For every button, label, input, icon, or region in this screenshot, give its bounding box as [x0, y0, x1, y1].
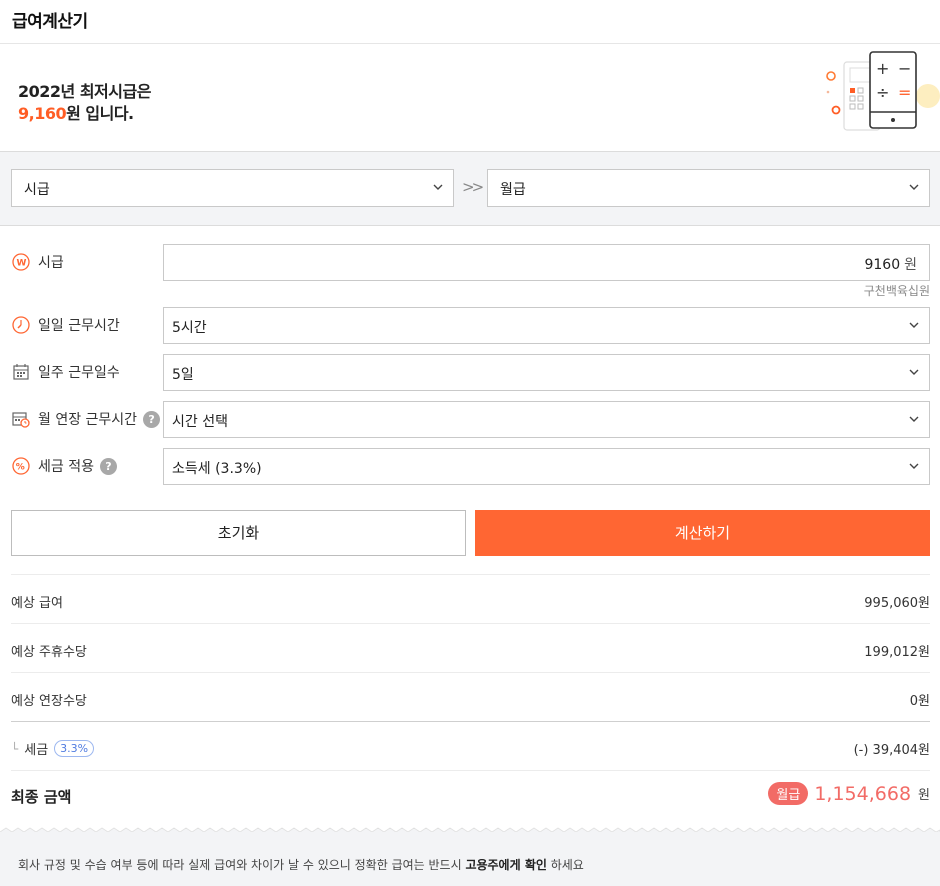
calculate-button[interactable]: 계산하기 — [475, 510, 930, 556]
tax-select[interactable]: 소득세 (3.3%) — [163, 448, 930, 485]
weekly-days-label: 일주 근무일수 — [12, 362, 120, 382]
final-amount-number: 1,154,668 — [814, 782, 912, 805]
min-wage-banner: 2022년 최저시급은 9,160원 입니다. + − ÷ = — [0, 44, 940, 152]
tax-result-row: └ 세금 3.3% (-) 39,404원 — [11, 721, 930, 770]
weekly-days-value: 5일 — [172, 367, 194, 383]
chevron-down-icon — [433, 184, 443, 190]
daily-hours-label-text: 일일 근무시간 — [38, 318, 120, 334]
tax-value: 소득세 (3.3%) — [172, 461, 262, 477]
weekly-allowance-value: 199,012원 — [864, 645, 930, 660]
chevron-down-icon — [909, 322, 919, 328]
chevron-down-icon — [909, 369, 919, 375]
hourly-row: W 시급 9160 원 구천백육십원 — [0, 244, 940, 298]
calculator-illustration-icon: + − ÷ = — [826, 51, 940, 131]
clock-icon — [12, 316, 30, 334]
tax-result-label-text: 세금 — [24, 743, 49, 758]
to-unit-select[interactable]: 월급 — [487, 169, 930, 207]
overtime-help-icon[interactable]: ? — [143, 410, 161, 428]
daily-hours-value: 5시간 — [172, 320, 207, 336]
tax-label-text: 세금 적용 — [38, 459, 94, 475]
convert-arrows-icon: >> — [462, 178, 484, 196]
hourly-unit: 원 — [904, 257, 917, 273]
expected-pay-row: 예상 급여 995,060원 — [11, 574, 930, 623]
banner-line2-suffix: 원 입니다. — [66, 104, 134, 123]
unit-converter: 시급 >> 월급 — [0, 152, 940, 226]
overtime-pay-label: 예상 연장수당 — [11, 694, 87, 709]
results-list: 예상 급여 995,060원 예상 주휴수당 199,012원 예상 연장수당 … — [11, 574, 930, 819]
app-header: 급여계산기 — [0, 0, 940, 44]
notice-text-before: 회사 규정 및 수습 여부 등에 따라 실제 급여와 차이가 날 수 있으니 정… — [18, 858, 466, 872]
overtime-label-text: 월 연장 근무시간 — [38, 412, 138, 428]
tree-branch-icon: └ — [11, 741, 19, 756]
percent-icon: % — [12, 457, 30, 475]
hourly-label-text: 시급 — [38, 255, 64, 271]
calendar-icon — [13, 364, 29, 380]
overtime-pay-value: 0원 — [909, 694, 930, 709]
min-wage-value: 9,160 — [18, 104, 67, 123]
svg-text:%: % — [16, 463, 25, 473]
chevron-down-icon — [909, 416, 919, 422]
overtime-label: 월 연장 근무시간 ? — [12, 409, 161, 429]
expected-pay-value: 995,060원 — [864, 596, 930, 611]
daily-hours-row: 일일 근무시간 5시간 — [0, 307, 940, 345]
weekly-allowance-label: 예상 주휴수당 — [11, 645, 87, 660]
won-icon: W — [12, 253, 30, 271]
calendar-clock-icon — [12, 412, 30, 428]
tax-help-icon[interactable]: ? — [99, 457, 117, 475]
chevron-down-icon — [909, 184, 919, 190]
daily-hours-label: 일일 근무시간 — [12, 315, 120, 335]
final-amount-value: 월급 1,154,668 원 — [768, 782, 930, 805]
final-amount-unit: 원 — [918, 788, 930, 803]
notice-text-bold: 고용주에게 확인 — [465, 858, 547, 872]
overtime-select[interactable]: 시간 선택 — [163, 401, 930, 438]
to-unit-value: 월급 — [500, 182, 526, 198]
svg-text:−: − — [898, 59, 911, 78]
weekly-allowance-row: 예상 주휴수당 199,012원 — [11, 623, 930, 672]
page-title: 급여계산기 — [12, 12, 88, 32]
tax-result-label: └ 세금 3.3% — [11, 739, 95, 758]
overtime-pay-row: 예상 연장수당 0원 — [11, 672, 930, 721]
weekly-days-select[interactable]: 5일 — [163, 354, 930, 391]
pay-type-badge: 월급 — [768, 782, 809, 805]
hourly-label: W 시급 — [12, 252, 64, 272]
svg-text:÷: ÷ — [876, 83, 889, 102]
overtime-row: 월 연장 근무시간 ? 시간 선택 — [0, 401, 940, 439]
from-unit-value: 시급 — [24, 182, 50, 198]
overtime-value: 시간 선택 — [172, 414, 228, 430]
final-amount-label: 최종 금액 — [11, 788, 72, 806]
tax-rate-badge: 3.3% — [54, 740, 95, 757]
svg-text:W: W — [17, 259, 27, 269]
weekly-days-label-text: 일주 근무일수 — [38, 365, 120, 381]
chevron-down-icon — [909, 463, 919, 469]
banner-line1: 2022년 최저시급은 — [18, 82, 151, 101]
from-unit-select[interactable]: 시급 — [11, 169, 454, 207]
notice-text-after: 하세요 — [546, 858, 584, 872]
hourly-value: 9160 — [864, 257, 901, 273]
svg-text:+: + — [876, 59, 889, 78]
hourly-korean-reading: 구천백육십원 — [863, 284, 930, 298]
hourly-input[interactable]: 9160 원 — [163, 244, 930, 281]
expected-pay-label: 예상 급여 — [11, 596, 63, 611]
svg-text:=: = — [898, 83, 911, 102]
tax-row: % 세금 적용 ? 소득세 (3.3%) — [0, 448, 940, 486]
final-amount-row: 최종 금액 월급 1,154,668 원 — [11, 770, 930, 819]
daily-hours-select[interactable]: 5시간 — [163, 307, 930, 344]
tax-label: % 세금 적용 ? — [12, 456, 117, 476]
tax-result-value: (-) 39,404원 — [853, 743, 930, 758]
weekly-days-row: 일주 근무일수 5일 — [0, 354, 940, 392]
reset-button[interactable]: 초기화 — [11, 510, 466, 556]
banner-line2: 9,160원 입니다. — [18, 100, 134, 124]
disclaimer-notice: 회사 규정 및 수습 여부 등에 따라 실제 급여와 차이가 날 수 있으니 정… — [0, 832, 940, 886]
